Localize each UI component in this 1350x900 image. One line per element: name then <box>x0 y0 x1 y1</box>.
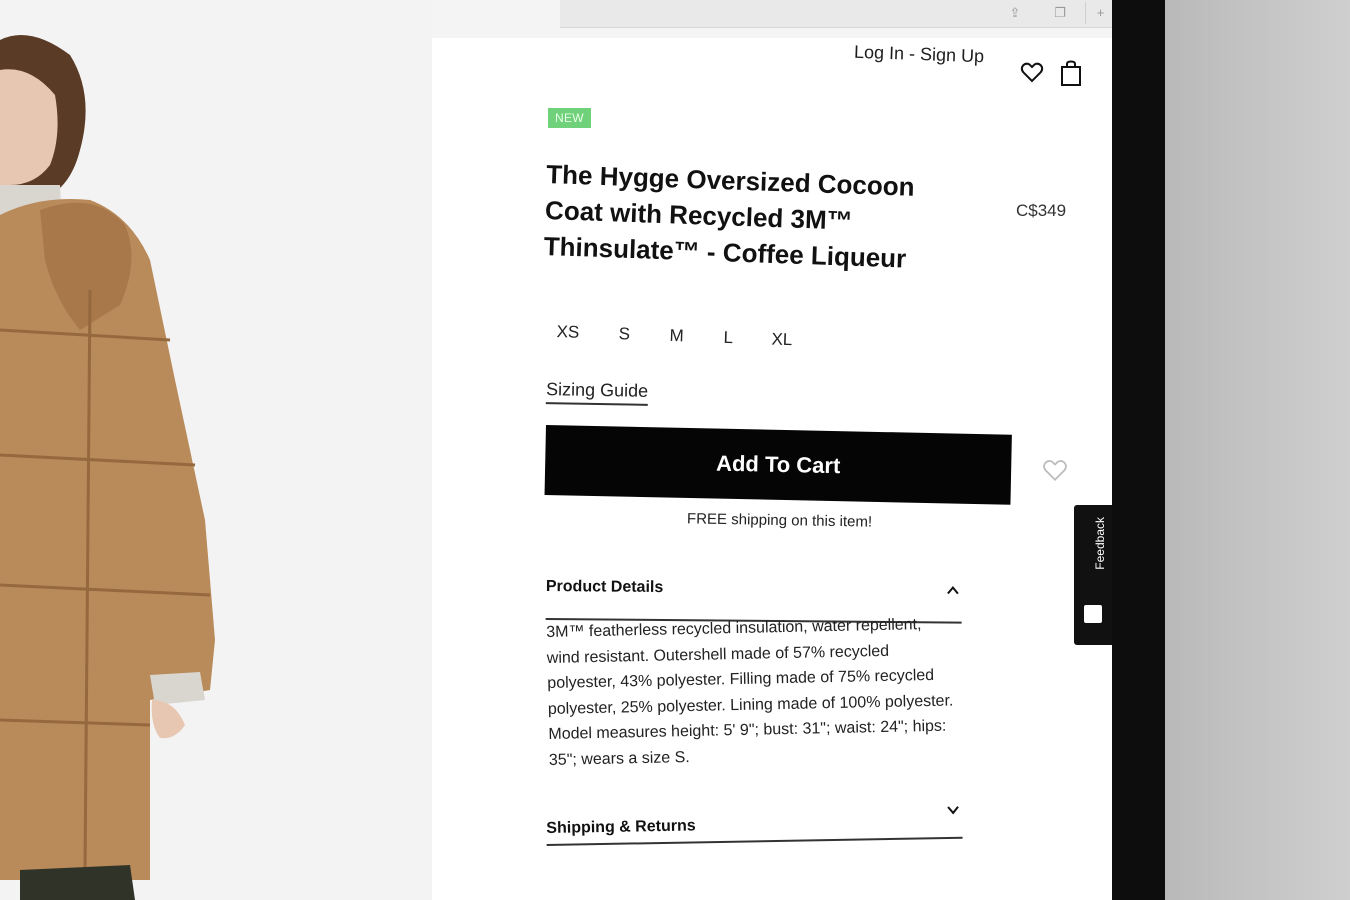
monitor-bezel <box>1112 0 1165 900</box>
size-option-s[interactable]: S <box>618 324 630 344</box>
add-to-cart-button[interactable]: Add To Cart <box>544 425 1012 505</box>
product-image <box>0 0 432 900</box>
chevron-down-icon <box>947 806 959 815</box>
shipping-returns-title: Shipping & Returns <box>546 817 696 837</box>
chevron-up-icon <box>947 585 959 595</box>
browser-toolbar: ⇪ ❐ + <box>560 0 1112 28</box>
feedback-icon <box>1084 605 1102 623</box>
size-option-xs[interactable]: XS <box>556 322 579 343</box>
sizing-guide-link[interactable]: Sizing Guide <box>545 379 649 406</box>
product-price: C$349 <box>1016 201 1067 220</box>
size-option-m[interactable]: M <box>669 326 684 346</box>
login-signup-link[interactable]: Log In - Sign Up <box>854 42 985 68</box>
size-option-xl[interactable]: XL <box>771 330 792 351</box>
browser-screen: ⇪ ❐ + Log In - Sign Up NEW The Hygge Ove… <box>0 0 1112 900</box>
product-details-text: 3M™ featherless recycled insulation, wat… <box>546 616 954 769</box>
feedback-tab[interactable]: Feedback <box>1074 505 1112 645</box>
new-tab-icon[interactable]: + <box>1085 2 1112 24</box>
model-photo <box>0 35 215 900</box>
size-option-l[interactable]: L <box>723 328 733 348</box>
size-selector: XS S M L XL <box>556 322 817 361</box>
wishlist-heart-icon[interactable] <box>1042 457 1068 483</box>
free-shipping-note: FREE shipping on this item! <box>686 510 873 531</box>
product-details-pane: Log In - Sign Up NEW The Hygge Oversized… <box>432 38 1112 900</box>
background-wall <box>1165 0 1350 900</box>
shopping-bag-icon[interactable] <box>1060 60 1082 86</box>
share-icon[interactable]: ⇪ <box>1000 2 1030 24</box>
product-title: The Hygge Oversized Cocoon Coat with Rec… <box>543 158 916 274</box>
feedback-label: Feedback <box>1093 517 1107 570</box>
tabs-icon[interactable]: ❐ <box>1045 2 1075 24</box>
shipping-returns-toggle[interactable]: Shipping & Returns <box>546 800 963 846</box>
new-badge: NEW <box>548 108 591 128</box>
product-details-title: Product Details <box>545 578 664 597</box>
heart-icon[interactable] <box>1020 60 1044 84</box>
